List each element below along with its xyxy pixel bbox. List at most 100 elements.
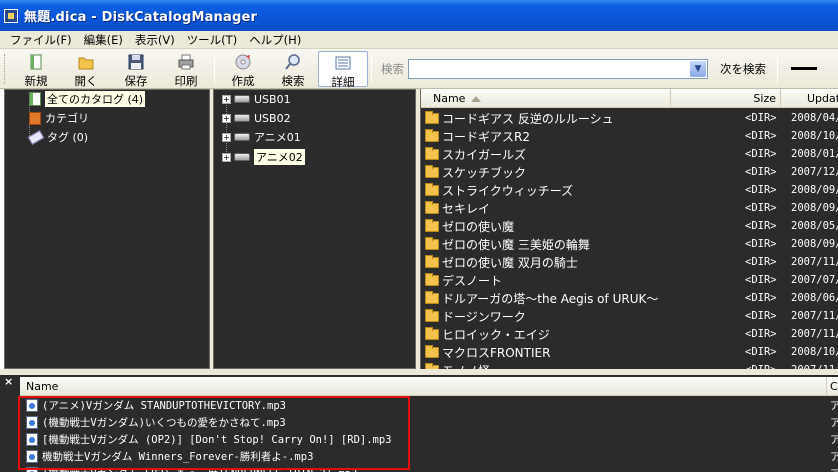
column-name-label[interactable]: Name — [26, 380, 58, 393]
create-button-label: 作成 — [231, 73, 255, 88]
folder-icon — [425, 254, 439, 268]
menu-help[interactable]: ヘルプ(H) — [243, 32, 307, 48]
file-size: <DIR> — [745, 274, 777, 286]
expand-icon[interactable]: + — [222, 152, 231, 162]
file-date: 2007/11/ — [791, 328, 838, 340]
column-2-label[interactable]: C — [826, 377, 838, 396]
file-row[interactable]: ゼロの使い魔 <DIR> 2008/05/ — [421, 217, 838, 235]
file-name: ドルアーガの塔～the Aegis of URUK～ — [442, 291, 659, 306]
file-name: ドージンワーク — [442, 309, 526, 324]
file-row[interactable]: スカイガールズ <DIR> 2008/01/ — [421, 145, 838, 163]
folder-icon — [425, 290, 439, 304]
bottom-file-row[interactable]: (機動戦士Vガンダム ED2) もう一度TENDERNESS [RIN-2].m… — [22, 465, 838, 472]
file-name: ゼロの使い魔 — [442, 219, 515, 234]
column-size-label: Size — [753, 92, 776, 105]
file-date: 2008/09/ — [791, 202, 838, 214]
bottom-file-row[interactable]: [機動戦士Vガンダム (OP2)] [Don't Stop! Carry On!… — [22, 431, 838, 448]
file-row[interactable]: ゼロの使い魔 双月の騎士 <DIR> 2007/11/ — [421, 253, 838, 271]
bottom-file-pane: × Name C (アニメ)Vガンダム STANDUPTOTHEVICTORY.… — [0, 375, 838, 472]
menu-file[interactable]: ファイル(F) — [4, 32, 78, 48]
file-size: <DIR> — [745, 256, 777, 268]
tree-item-label: カテゴリ — [45, 112, 89, 125]
expand-icon[interactable]: + — [222, 132, 231, 142]
tree-item-anime01[interactable]: + アニメ01 — [222, 128, 301, 146]
column-size[interactable]: Size — [671, 89, 781, 108]
sort-ascending-icon — [471, 95, 482, 102]
tree-item-tags[interactable]: タグ (0) — [27, 128, 89, 146]
drive-icon — [234, 95, 250, 103]
new-button-label: 新規 — [24, 73, 48, 88]
file-column-2: ア — [830, 417, 838, 429]
file-row[interactable]: デスノート <DIR> 2007/07/ — [421, 271, 838, 289]
toolbar: 新規 開く 保存 印刷 作成 検索 詳細 検索 ▼ 次を検索 — [0, 49, 838, 89]
folder-icon — [425, 236, 439, 250]
file-list-pane: Name Size Update コードギアス 反逆のルルーシュ <DIR> 200… — [420, 89, 838, 378]
bottom-file-row[interactable]: (機動戦士Vガンダム)いくつもの愛をかさねて.mp3 ア — [22, 414, 838, 431]
file-row[interactable]: セキレイ <DIR> 2008/09/ — [421, 199, 838, 217]
bottom-list-header: Name C — [20, 377, 838, 396]
app-icon — [4, 8, 18, 23]
menu-edit[interactable]: 編集(E) — [78, 32, 129, 48]
file-size: <DIR> — [745, 328, 777, 340]
file-row[interactable]: コードギアスR2 <DIR> 2008/10/ — [421, 127, 838, 145]
open-button[interactable]: 開く — [61, 51, 111, 88]
disk-tree-pane: + USB01 + USB02 + アニメ01 + アニメ02 — [213, 89, 416, 369]
close-icon[interactable]: × — [4, 375, 14, 388]
tree-item-label: タグ (0) — [47, 131, 89, 144]
folder-icon — [425, 326, 439, 340]
details-button[interactable]: 詳細 — [318, 50, 368, 89]
file-row[interactable]: ヒロイック・エイジ <DIR> 2007/11/ — [421, 325, 838, 343]
new-button[interactable]: 新規 — [11, 51, 61, 88]
file-row[interactable]: マクロスFRONTIER <DIR> 2008/10/ — [421, 343, 838, 361]
file-name: デスノート — [442, 273, 503, 288]
audio-file-icon — [26, 450, 38, 463]
catalog-tree-pane: 全てのカタログ (4) カテゴリ タグ (0) — [4, 89, 210, 369]
bottom-file-row[interactable]: (アニメ)Vガンダム STANDUPTOTHEVICTORY.mp3 ア — [22, 397, 838, 414]
column-name-label: Name — [433, 92, 466, 105]
column-update-label: Update — [807, 92, 838, 105]
tree-item-usb01[interactable]: + USB01 — [222, 90, 291, 108]
tree-item-anime02[interactable]: + アニメ02 — [222, 148, 305, 166]
details-button-label: 詳細 — [331, 74, 355, 89]
folder-icon — [425, 308, 439, 322]
file-size: <DIR> — [745, 202, 777, 214]
next-search-button[interactable]: 次を検索 — [708, 61, 774, 77]
file-name: (機動戦士Vガンダム)いくつもの愛をかさねて.mp3 — [42, 417, 286, 429]
search-combobox[interactable]: ▼ — [408, 58, 708, 79]
print-button[interactable]: 印刷 — [161, 51, 211, 88]
file-name: 機動戦士Vガンダム Winners_Forever-勝利者よ-.mp3 — [42, 451, 314, 463]
file-row[interactable]: ドルアーガの塔～the Aegis of URUK～ <DIR> 2008/06/ — [421, 289, 838, 307]
column-name[interactable]: Name — [421, 89, 671, 108]
audio-file-icon — [26, 467, 38, 472]
search-button[interactable]: 検索 — [268, 51, 318, 88]
file-row[interactable]: ストライクウィッチーズ <DIR> 2008/09/ — [421, 181, 838, 199]
bottom-file-row[interactable]: 機動戦士Vガンダム Winners_Forever-勝利者よ-.mp3 ア — [22, 448, 838, 465]
file-size: <DIR> — [745, 148, 777, 160]
chevron-down-icon[interactable]: ▼ — [690, 60, 706, 77]
menu-view[interactable]: 表示(V) — [129, 32, 181, 48]
tree-item-usb02[interactable]: + USB02 — [222, 109, 291, 127]
file-name: ゼロの使い魔 三美姫の輪舞 — [442, 237, 590, 252]
save-button[interactable]: 保存 — [111, 51, 161, 88]
file-row[interactable]: ゼロの使い魔 三美姫の輪舞 <DIR> 2008/09/ — [421, 235, 838, 253]
file-row[interactable]: ドージンワーク <DIR> 2007/11/ — [421, 307, 838, 325]
file-column-2: ア — [830, 434, 838, 446]
toolbar-overflow[interactable] — [791, 67, 817, 70]
printer-icon — [177, 53, 195, 71]
menu-tools[interactable]: ツール(T) — [181, 32, 244, 48]
file-size: <DIR> — [745, 112, 777, 124]
expand-icon[interactable]: + — [222, 94, 231, 104]
expand-icon[interactable]: + — [222, 113, 231, 123]
tree-item-all-catalogs[interactable]: 全てのカタログ (4) — [29, 90, 146, 108]
search-label: 検索 — [381, 61, 404, 76]
file-row[interactable]: スケッチブック <DIR> 2007/12/ — [421, 163, 838, 181]
toolbar-grip[interactable] — [4, 53, 7, 84]
file-row[interactable]: コードギアス 反逆のルルーシュ <DIR> 2008/04/ — [421, 109, 838, 127]
create-button[interactable]: 作成 — [218, 51, 268, 88]
tree-item-category[interactable]: カテゴリ — [29, 109, 89, 127]
file-size: <DIR> — [745, 166, 777, 178]
audio-file-icon — [26, 399, 38, 412]
category-icon — [29, 111, 41, 125]
column-update[interactable]: Update — [781, 89, 838, 108]
toolbar-separator — [371, 53, 372, 84]
